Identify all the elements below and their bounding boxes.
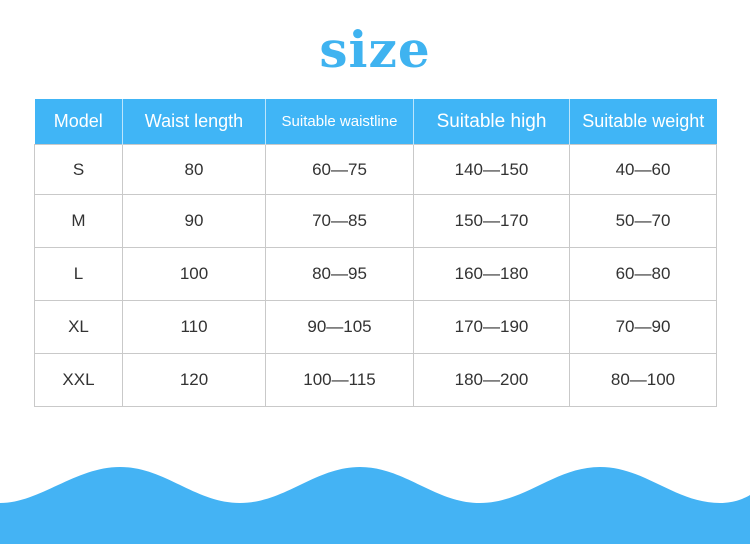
cell-suitable-weight: 80—100 <box>569 353 717 407</box>
cell-suitable-waistline: 80—95 <box>265 247 414 301</box>
cell-suitable-weight: 60—80 <box>569 247 717 301</box>
table-row: S 80 60—75 140—150 40—60 <box>34 144 717 195</box>
header-waist-length: Waist length <box>122 99 266 145</box>
cell-model: S <box>34 144 123 195</box>
table-row: L 100 80—95 160—180 60—80 <box>34 247 717 301</box>
cell-waist-length: 80 <box>122 144 266 195</box>
table-row: XL 110 90—105 170—190 70—90 <box>34 300 717 354</box>
cell-model: L <box>34 247 123 301</box>
page-title: size <box>319 20 431 79</box>
cell-suitable-high: 170—190 <box>413 300 570 354</box>
cell-suitable-waistline: 70—85 <box>265 194 414 248</box>
cell-suitable-waistline: 90—105 <box>265 300 414 354</box>
cell-suitable-weight: 50—70 <box>569 194 717 248</box>
cell-suitable-high: 180—200 <box>413 353 570 407</box>
cell-suitable-waistline: 60—75 <box>265 144 414 195</box>
cell-model: XXL <box>34 353 123 407</box>
table-body: S 80 60—75 140—150 40—60 M 90 70—85 150—… <box>34 144 717 407</box>
table-row: XXL 120 100—115 180—200 80—100 <box>34 353 717 407</box>
cell-suitable-weight: 40—60 <box>569 144 717 195</box>
cell-waist-length: 90 <box>122 194 266 248</box>
cell-waist-length: 100 <box>122 247 266 301</box>
table-header: Model Waist length Suitable waistline Su… <box>34 99 717 145</box>
header-row: Model Waist length Suitable waistline Su… <box>34 99 717 145</box>
decorative-wave <box>0 467 750 544</box>
size-chart-page: size Model Waist length Suitable waistli… <box>0 0 750 544</box>
cell-suitable-high: 140—150 <box>413 144 570 195</box>
cell-model: XL <box>34 300 123 354</box>
header-suitable-weight: Suitable weight <box>569 99 717 145</box>
header-model: Model <box>34 99 123 145</box>
cell-waist-length: 110 <box>122 300 266 354</box>
cell-model: M <box>34 194 123 248</box>
cell-suitable-weight: 70—90 <box>569 300 717 354</box>
cell-suitable-high: 150—170 <box>413 194 570 248</box>
cell-waist-length: 120 <box>122 353 266 407</box>
size-table: Model Waist length Suitable waistline Su… <box>34 99 717 407</box>
header-suitable-waistline: Suitable waistline <box>265 99 414 145</box>
cell-suitable-high: 160—180 <box>413 247 570 301</box>
table-row: M 90 70—85 150—170 50—70 <box>34 194 717 248</box>
cell-suitable-waistline: 100—115 <box>265 353 414 407</box>
header-suitable-high: Suitable high <box>413 99 570 145</box>
wave-shape <box>0 467 750 544</box>
